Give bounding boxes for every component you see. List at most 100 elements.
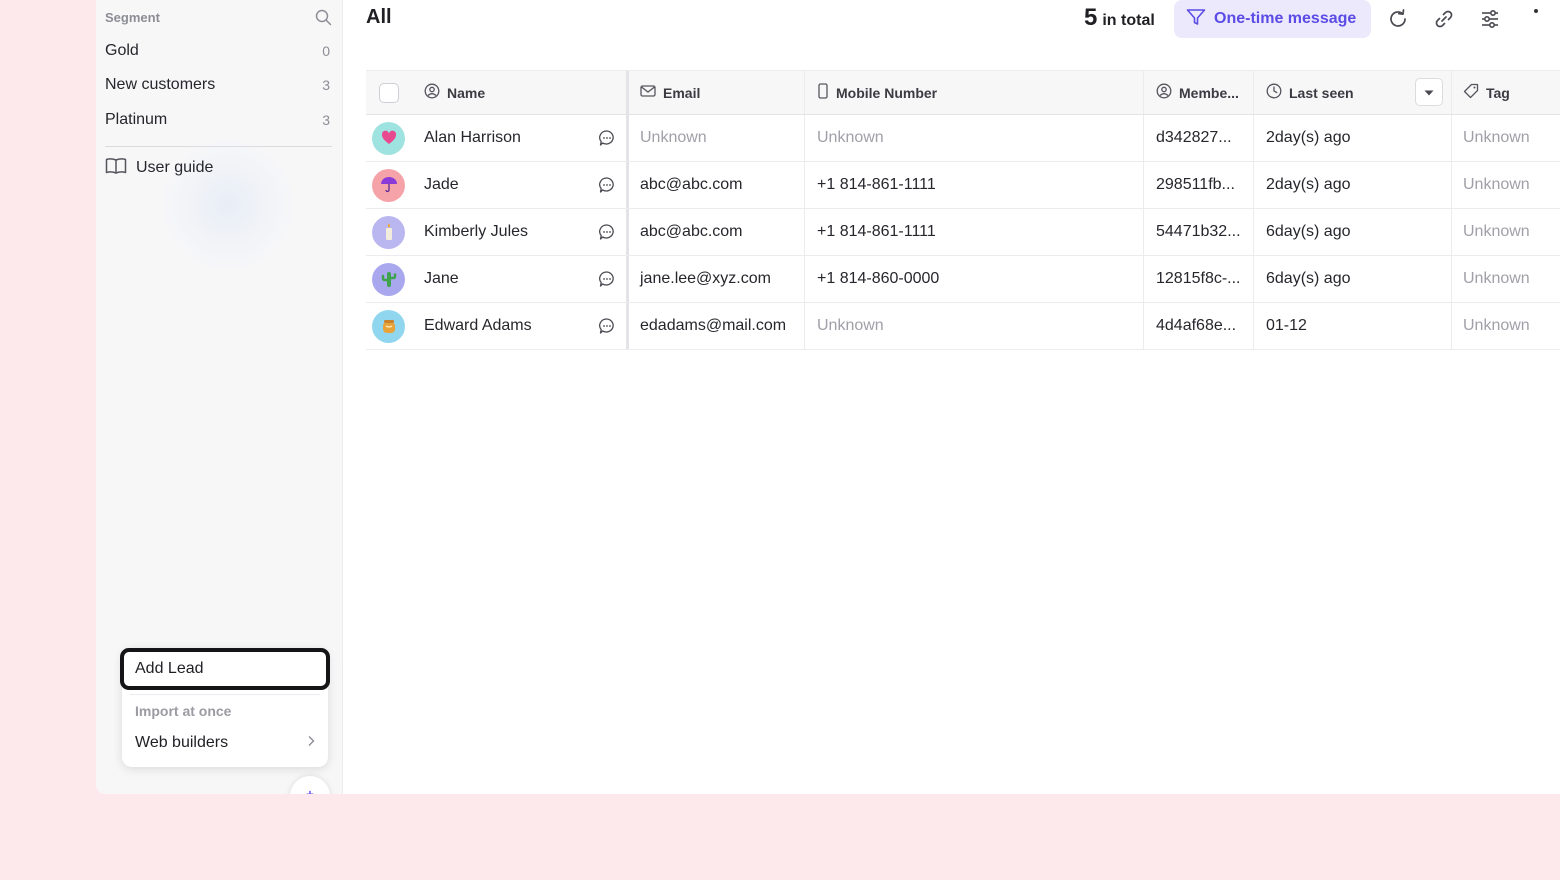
total-count: 5 in total <box>1084 4 1155 32</box>
column-label: Email <box>663 84 701 101</box>
email-cell: edadams@mail.com <box>626 303 804 349</box>
add-menu-popup: Add Lead Import at once Web builders <box>120 648 330 767</box>
refresh-icon[interactable] <box>1385 6 1411 32</box>
candle-emoji-icon <box>385 223 392 240</box>
select-all-cell <box>379 71 419 114</box>
tag-icon <box>1463 83 1479 102</box>
tag-cell: Unknown <box>1451 303 1560 349</box>
add-button[interactable]: + <box>290 776 330 794</box>
name-cell[interactable]: Edward Adams <box>424 303 584 349</box>
table-row[interactable]: Kimberly Jules abc@abc.com +1 814-861-11… <box>366 209 1560 256</box>
total-number: 5 <box>1084 4 1098 31</box>
tag-cell: Unknown <box>1451 256 1560 302</box>
email-cell: Unknown <box>626 115 804 161</box>
link-icon[interactable] <box>1431 6 1457 32</box>
column-label: Tag <box>1486 84 1510 101</box>
tag-cell: Unknown <box>1451 115 1560 161</box>
avatar <box>372 121 405 155</box>
avatar <box>372 262 405 296</box>
table-header-row: Name Email Mobile Number Membe... Last s… <box>366 70 1560 115</box>
chat-icon[interactable] <box>598 115 618 161</box>
cactus-emoji-icon <box>381 272 396 287</box>
avatar-cell <box>372 115 417 161</box>
sidebar-divider <box>105 146 332 147</box>
mobile-cell: +1 814-860-0000 <box>804 256 1143 302</box>
one-time-message-label: One-time message <box>1214 10 1357 27</box>
segment-label: Platinum <box>105 111 168 128</box>
avatar <box>372 215 405 249</box>
table-row[interactable]: Jade abc@abc.com +1 814-861-1111 298511f… <box>366 162 1560 209</box>
filter-icon <box>1186 8 1206 31</box>
column-header-mobile[interactable]: Mobile Number <box>804 71 1143 114</box>
name-cell[interactable]: Alan Harrison <box>424 115 584 161</box>
name-cell[interactable]: Jade <box>424 162 584 208</box>
chat-icon[interactable] <box>598 303 618 349</box>
avatar <box>372 309 405 343</box>
caret-down-icon <box>1424 83 1434 101</box>
user-guide-link[interactable]: User guide <box>105 156 213 180</box>
mobile-cell: +1 814-861-1111 <box>804 209 1143 255</box>
member-cell: 4d4af68e... <box>1143 303 1253 349</box>
column-label: Mobile Number <box>836 84 938 101</box>
member-cell: 298511fb... <box>1143 162 1253 208</box>
one-time-message-button[interactable]: One-time message <box>1174 0 1371 38</box>
chat-icon[interactable] <box>598 162 618 208</box>
column-header-member[interactable]: Membe... <box>1143 71 1253 114</box>
name-cell[interactable]: Jane <box>424 256 584 302</box>
column-header-email[interactable]: Email <box>626 71 804 114</box>
web-builders-menu-item[interactable]: Web builders <box>135 732 315 754</box>
segment-item-gold[interactable]: Gold 0 <box>105 38 332 64</box>
user-guide-label: User guide <box>136 159 214 176</box>
app-window: Segment Gold 0 New customers 3 Platinum … <box>96 0 1560 794</box>
chat-icon[interactable] <box>598 256 618 302</box>
segment-title: Segment <box>105 9 160 25</box>
search-icon[interactable] <box>315 9 332 26</box>
segment-item-new-customers[interactable]: New customers 3 <box>105 72 332 98</box>
last-seen-cell: 6day(s) ago <box>1253 209 1451 255</box>
person-icon <box>424 83 440 102</box>
umbrella-emoji-icon <box>380 177 397 193</box>
last-seen-cell: 6day(s) ago <box>1253 256 1451 302</box>
phone-icon <box>817 83 829 102</box>
chat-icon[interactable] <box>598 209 618 255</box>
tag-cell: Unknown <box>1451 162 1560 208</box>
table-row[interactable]: Edward Adams edadams@mail.com Unknown 4d… <box>366 303 1560 350</box>
table-row[interactable]: Alan Harrison Unknown Unknown d342827...… <box>366 115 1560 162</box>
column-header-tag[interactable]: Tag <box>1451 71 1560 114</box>
heart-emoji-icon <box>381 130 396 144</box>
settings-sliders-icon[interactable] <box>1477 6 1503 32</box>
page-title: All <box>366 6 392 28</box>
more-dot-icon[interactable] <box>1534 9 1538 13</box>
import-at-once-heading: Import at once <box>135 703 232 719</box>
email-cell: abc@abc.com <box>626 162 804 208</box>
avatar <box>372 168 405 202</box>
member-cell: 12815f8c-... <box>1143 256 1253 302</box>
avatar-cell <box>372 256 417 302</box>
last-seen-cell: 01-12 <box>1253 303 1451 349</box>
web-builders-label: Web builders <box>135 734 229 751</box>
email-cell: jane.lee@xyz.com <box>626 256 804 302</box>
column-header-name[interactable]: Name <box>424 71 624 114</box>
sort-dropdown-button[interactable] <box>1415 78 1443 106</box>
person-icon <box>1156 83 1172 102</box>
sidebar: Segment Gold 0 New customers 3 Platinum … <box>96 0 343 794</box>
last-seen-cell: 2day(s) ago <box>1253 115 1451 161</box>
column-label: Last seen <box>1289 84 1354 101</box>
select-all-checkbox[interactable] <box>379 82 399 103</box>
name-cell[interactable]: Kimberly Jules <box>424 209 584 255</box>
segment-label: Gold <box>105 42 139 59</box>
total-label: in total <box>1102 12 1155 29</box>
email-cell: abc@abc.com <box>626 209 804 255</box>
chevron-right-icon <box>307 734 315 752</box>
last-seen-cell: 2day(s) ago <box>1253 162 1451 208</box>
segment-item-platinum[interactable]: Platinum 3 <box>105 107 332 133</box>
avatar-cell <box>372 209 417 255</box>
honey-pot-emoji-icon <box>382 320 395 333</box>
table-row[interactable]: Jane jane.lee@xyz.com +1 814-860-0000 12… <box>366 256 1560 303</box>
add-lead-menu-item[interactable]: Add Lead <box>120 648 330 690</box>
book-icon <box>105 157 127 180</box>
segment-count: 0 <box>322 43 330 59</box>
avatar-cell <box>372 303 417 349</box>
column-label: Name <box>447 84 486 101</box>
member-cell: 54471b32... <box>1143 209 1253 255</box>
